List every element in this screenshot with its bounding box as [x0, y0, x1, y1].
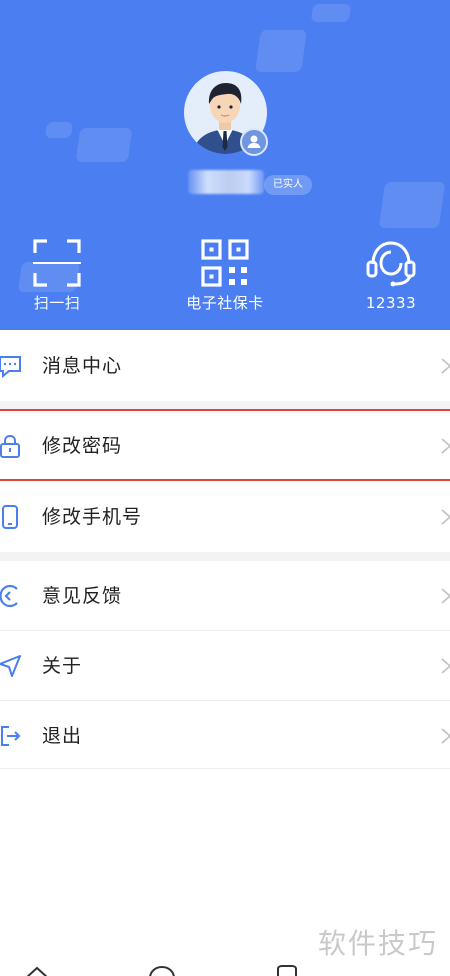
menu-item-logout[interactable]: 退出	[0, 701, 450, 771]
verified-tag: 已实人	[264, 175, 312, 195]
e-social-card-label: 电子社保卡	[186, 294, 264, 312]
watermark: 软件技巧	[318, 927, 439, 960]
menu-label: 意见反馈	[42, 585, 123, 607]
menu-label: 关于	[42, 655, 83, 677]
menu-label: 退出	[42, 725, 83, 747]
chevron-right-icon	[441, 588, 450, 604]
chevron-right-icon	[441, 658, 450, 674]
bottom-tab-bar	[0, 958, 450, 976]
highlight-border-bottom	[0, 479, 450, 481]
menu-item-message-center[interactable]: 消息中心	[0, 331, 450, 401]
divider	[0, 768, 450, 769]
section-gap	[0, 552, 450, 561]
service-tab-icon[interactable]	[148, 964, 176, 976]
menu-label: 修改密码	[42, 435, 123, 457]
profile-header: 已实人 扫一扫 电子社保卡 12333	[0, 0, 450, 330]
menu-item-feedback[interactable]: 意见反馈	[0, 561, 450, 631]
scan-icon	[33, 239, 81, 287]
hotline-12333-label: 12333	[365, 294, 417, 312]
e-social-card-button[interactable]: 电子社保卡	[165, 237, 285, 313]
decor-shape	[44, 122, 74, 138]
qr-code-icon	[201, 239, 249, 287]
navigation-arrow-icon	[0, 655, 21, 677]
menu-item-change-password[interactable]: 修改密码	[0, 411, 450, 481]
headset-icon	[366, 241, 416, 287]
logout-icon	[1, 726, 21, 746]
profile-tab-icon[interactable]	[274, 964, 300, 976]
phone-icon	[2, 505, 18, 529]
feedback-icon	[0, 584, 18, 608]
decor-shape	[255, 30, 307, 72]
hotline-12333-button[interactable]: 12333	[331, 237, 450, 313]
message-icon	[0, 356, 21, 379]
chevron-right-icon	[441, 728, 450, 744]
menu-label: 消息中心	[42, 355, 123, 377]
masked-user-name	[188, 170, 264, 194]
decor-shape	[75, 128, 133, 162]
menu-item-about[interactable]: 关于	[0, 631, 450, 701]
decor-shape	[310, 4, 352, 22]
scan-button[interactable]: 扫一扫	[0, 237, 117, 313]
chevron-right-icon	[441, 358, 450, 374]
menu-item-change-phone[interactable]: 修改手机号	[0, 482, 450, 552]
scan-label: 扫一扫	[33, 294, 81, 312]
chevron-right-icon	[441, 509, 450, 525]
home-tab-icon[interactable]	[24, 964, 50, 976]
chevron-right-icon	[441, 438, 450, 454]
verified-badge-icon	[240, 128, 268, 156]
menu-label: 修改手机号	[42, 506, 143, 528]
lock-icon	[0, 434, 20, 458]
decor-shape	[378, 182, 446, 228]
